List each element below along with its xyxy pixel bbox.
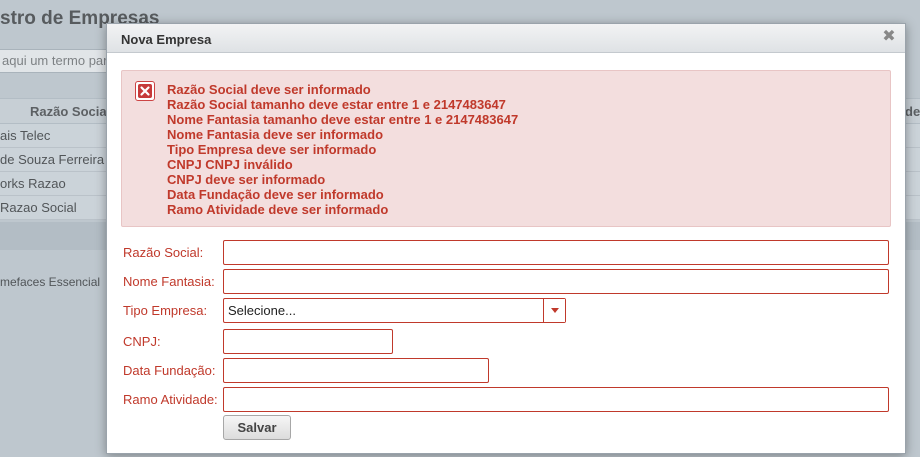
error-message: Data Fundação deve ser informado bbox=[167, 187, 384, 202]
data-fundacao-label: Data Fundação: bbox=[123, 363, 216, 378]
cnpj-label: CNPJ: bbox=[123, 334, 161, 349]
tipo-empresa-label: Tipo Empresa: bbox=[123, 303, 208, 318]
dropdown-trigger[interactable] bbox=[543, 299, 565, 322]
dialog-title: Nova Empresa bbox=[121, 32, 212, 47]
error-message: CNPJ CNPJ inválido bbox=[167, 157, 293, 172]
tipo-empresa-select[interactable]: Selecione... bbox=[223, 298, 566, 323]
dialog-titlebar[interactable]: Nova Empresa ✖ bbox=[107, 24, 905, 53]
chevron-down-icon bbox=[551, 308, 559, 313]
error-message: Nome Fantasia tamanho deve estar entre 1… bbox=[167, 112, 519, 127]
nome-fantasia-input[interactable] bbox=[223, 269, 889, 294]
error-messages: Razão Social deve ser informado Razão So… bbox=[121, 70, 891, 227]
error-message: Nome Fantasia deve ser informado bbox=[167, 127, 384, 142]
error-message-list: Razão Social deve ser informado Razão So… bbox=[167, 82, 518, 217]
save-button[interactable]: Salvar bbox=[223, 415, 291, 440]
ramo-atividade-label: Ramo Atividade: bbox=[123, 392, 218, 407]
error-message: Ramo Atividade deve ser informado bbox=[167, 202, 389, 217]
error-message: Razão Social tamanho deve estar entre 1 … bbox=[167, 97, 506, 112]
error-icon bbox=[135, 81, 155, 101]
razao-social-input[interactable] bbox=[223, 240, 889, 265]
cnpj-input[interactable] bbox=[223, 329, 393, 354]
ramo-atividade-input[interactable] bbox=[223, 387, 889, 412]
nome-fantasia-label: Nome Fantasia: bbox=[123, 274, 215, 289]
error-message: CNPJ deve ser informado bbox=[167, 172, 326, 187]
tipo-empresa-selected: Selecione... bbox=[228, 303, 296, 318]
nova-empresa-dialog: Nova Empresa ✖ Razão Social deve ser inf… bbox=[106, 23, 906, 454]
razao-social-label: Razão Social: bbox=[123, 245, 204, 260]
data-fundacao-input[interactable] bbox=[223, 358, 489, 383]
error-message: Razão Social deve ser informado bbox=[167, 82, 371, 97]
error-message: Tipo Empresa deve ser informado bbox=[167, 142, 377, 157]
close-icon[interactable]: ✖ bbox=[882, 28, 896, 46]
